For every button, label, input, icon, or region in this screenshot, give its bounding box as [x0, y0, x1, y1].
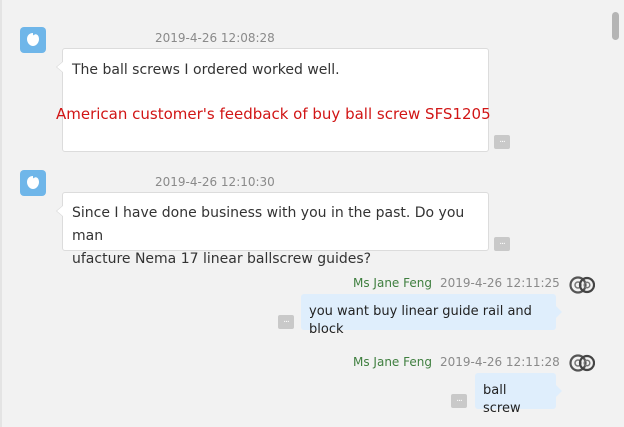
message-timestamp: 2019-4-26 12:11:25	[440, 276, 560, 290]
bearing-avatar-icon[interactable]	[569, 350, 595, 376]
scrollbar[interactable]	[606, 0, 624, 427]
chat-history: 2019-4-26 12:08:28 The ball screws I ord…	[0, 0, 624, 427]
message-text: you want buy linear guide rail and block	[309, 304, 532, 337]
message-timestamp: 2019-4-26 12:10:30	[155, 175, 275, 189]
more-options-icon[interactable]: ...	[451, 394, 467, 408]
scrollbar-thumb[interactable]	[612, 12, 619, 40]
feedback-annotation: American customer's feedback of buy ball…	[56, 105, 491, 123]
customer-avatar-icon[interactable]	[20, 27, 46, 53]
message-bubble[interactable]: ball screw	[475, 373, 562, 416]
bearing-avatar-icon[interactable]	[569, 272, 595, 298]
message-timestamp: 2019-4-26 12:11:28	[440, 355, 560, 369]
message-bubble[interactable]: Since I have done business with you in t…	[56, 192, 489, 267]
message-text: The ball screws I ordered worked well.	[72, 62, 340, 78]
sender-name: Ms Jane Feng	[353, 276, 432, 290]
message-text-line: Since I have done business with you in t…	[72, 205, 465, 244]
more-options-icon[interactable]: ...	[494, 237, 510, 251]
customer-avatar-icon[interactable]	[20, 170, 46, 196]
more-options-icon[interactable]: ...	[494, 135, 510, 149]
message-bubble[interactable]: you want buy linear guide rail and block	[301, 294, 562, 337]
message-timestamp: 2019-4-26 12:08:28	[155, 31, 275, 45]
message-text: ball screw	[483, 383, 521, 416]
message-bubble[interactable]: The ball screws I ordered worked well.	[56, 48, 489, 152]
more-options-icon[interactable]: ...	[278, 315, 294, 329]
message-text-line: ufacture Nema 17 linear ballscrew guides…	[72, 251, 372, 267]
sender-name: Ms Jane Feng	[353, 355, 432, 369]
